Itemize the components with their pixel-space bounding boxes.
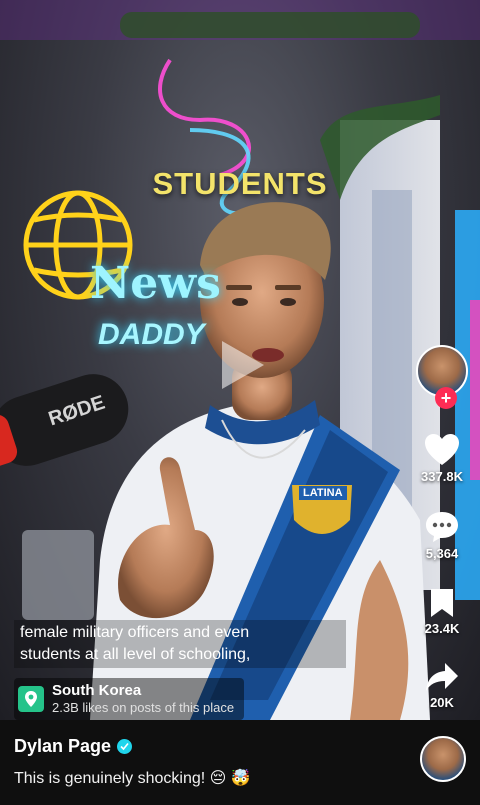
bookmark-count: 23.4K bbox=[424, 621, 460, 636]
location-pin-icon bbox=[18, 686, 44, 712]
location-tag[interactable]: South Korea 2.3B likes on posts of this … bbox=[14, 678, 245, 720]
video-overlay-caption: STUDENTS bbox=[152, 166, 328, 201]
subtitle-line: students at all level of schooling, bbox=[20, 646, 251, 663]
location-name: South Korea bbox=[52, 682, 142, 699]
creator-avatar[interactable]: + bbox=[416, 345, 468, 409]
comment-icon bbox=[426, 512, 458, 542]
share-icon bbox=[426, 663, 458, 691]
share-button[interactable]: 20K bbox=[412, 661, 472, 710]
jersey-badge-text: LATINA bbox=[299, 486, 347, 500]
bookmark-button[interactable]: 23.4K bbox=[412, 587, 472, 636]
subtitle-line: female military officers and even bbox=[20, 624, 250, 641]
location-stats: 2.3B likes on posts of this place bbox=[52, 700, 235, 715]
author-row[interactable]: Dylan Page bbox=[14, 736, 133, 757]
share-count: 20K bbox=[430, 695, 454, 710]
comment-count: 5,364 bbox=[425, 546, 459, 561]
author-avatar[interactable] bbox=[420, 736, 466, 782]
comment-button[interactable]: 5,364 bbox=[412, 510, 472, 561]
like-count: 337.8K bbox=[421, 469, 463, 484]
neon-sign-subtext: DADDY bbox=[98, 318, 205, 351]
follow-button[interactable]: + bbox=[435, 387, 457, 409]
neon-sign-text: News bbox=[90, 258, 221, 309]
post-description: This is genuinely shocking! 😔 🤯 bbox=[14, 770, 251, 787]
creator-avatar-container: + bbox=[412, 345, 472, 409]
author-name[interactable]: Dylan Page bbox=[14, 736, 111, 757]
video-player[interactable]: News DADDY RØDE LATINA STUDENTS female m… bbox=[0, 0, 480, 720]
bookmark-icon bbox=[431, 589, 453, 617]
video-subtitle: female military officers and even studen… bbox=[14, 620, 346, 668]
play-icon[interactable] bbox=[210, 335, 270, 395]
like-button[interactable]: 337.8K bbox=[412, 433, 472, 484]
heart-icon bbox=[425, 434, 459, 465]
verified-badge-icon bbox=[117, 739, 133, 754]
post-info-panel: Dylan Page This is genuinely shocking! 😔… bbox=[0, 720, 480, 805]
